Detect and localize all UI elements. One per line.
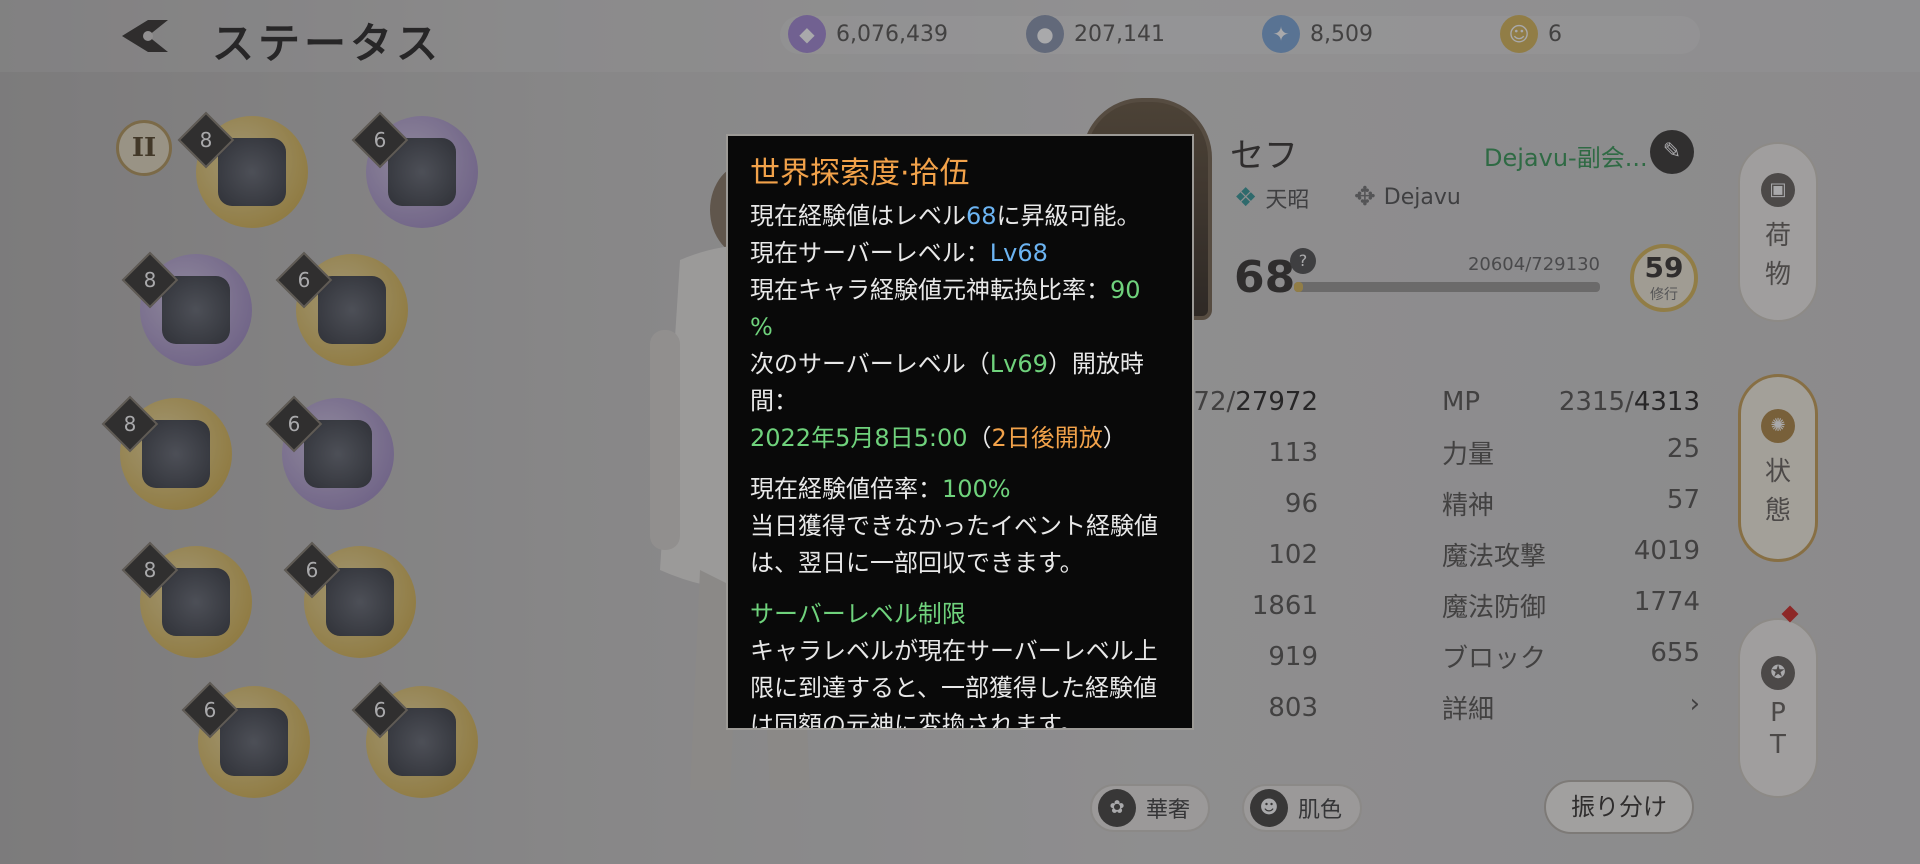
tooltip-line: % — [750, 313, 773, 341]
tooltip-line: 当日獲得できなかったイベント経験値 — [750, 512, 1158, 540]
tooltip-line: キャラレベルが現在サーバーレベル上 — [750, 637, 1158, 665]
tooltip-line: 間： — [750, 387, 798, 415]
tooltip-line: 現在経験値倍率：100% — [750, 475, 1011, 503]
tooltip-line: 次のサーバーレベル（Lv69）開放時 — [750, 350, 1144, 378]
tooltip-title: 世界探索度·拾伍 — [750, 156, 970, 191]
exploration-tooltip: 世界探索度·拾伍 現在経験値はレベル68に昇級可能。 現在サーバーレベル：Lv6… — [726, 134, 1194, 730]
tooltip-line: は、翌日に一部回収できます。 — [750, 549, 1084, 577]
tooltip-section-title: サーバーレベル制限 — [750, 600, 966, 628]
tooltip-line: 2022年5月8日5:00（2日後開放） — [750, 424, 1127, 452]
tooltip-line: は同額の元神に変換されます。 — [750, 711, 1084, 730]
tooltip-line: 現在キャラ経験値元神転換比率：90 — [750, 276, 1141, 304]
tooltip-line: 現在経験値はレベル68に昇級可能。 — [750, 202, 1141, 230]
tooltip-line: 限に到達すると、一部獲得した経験値 — [750, 674, 1158, 702]
tooltip-line: 現在サーバーレベル：Lv68 — [750, 239, 1048, 267]
